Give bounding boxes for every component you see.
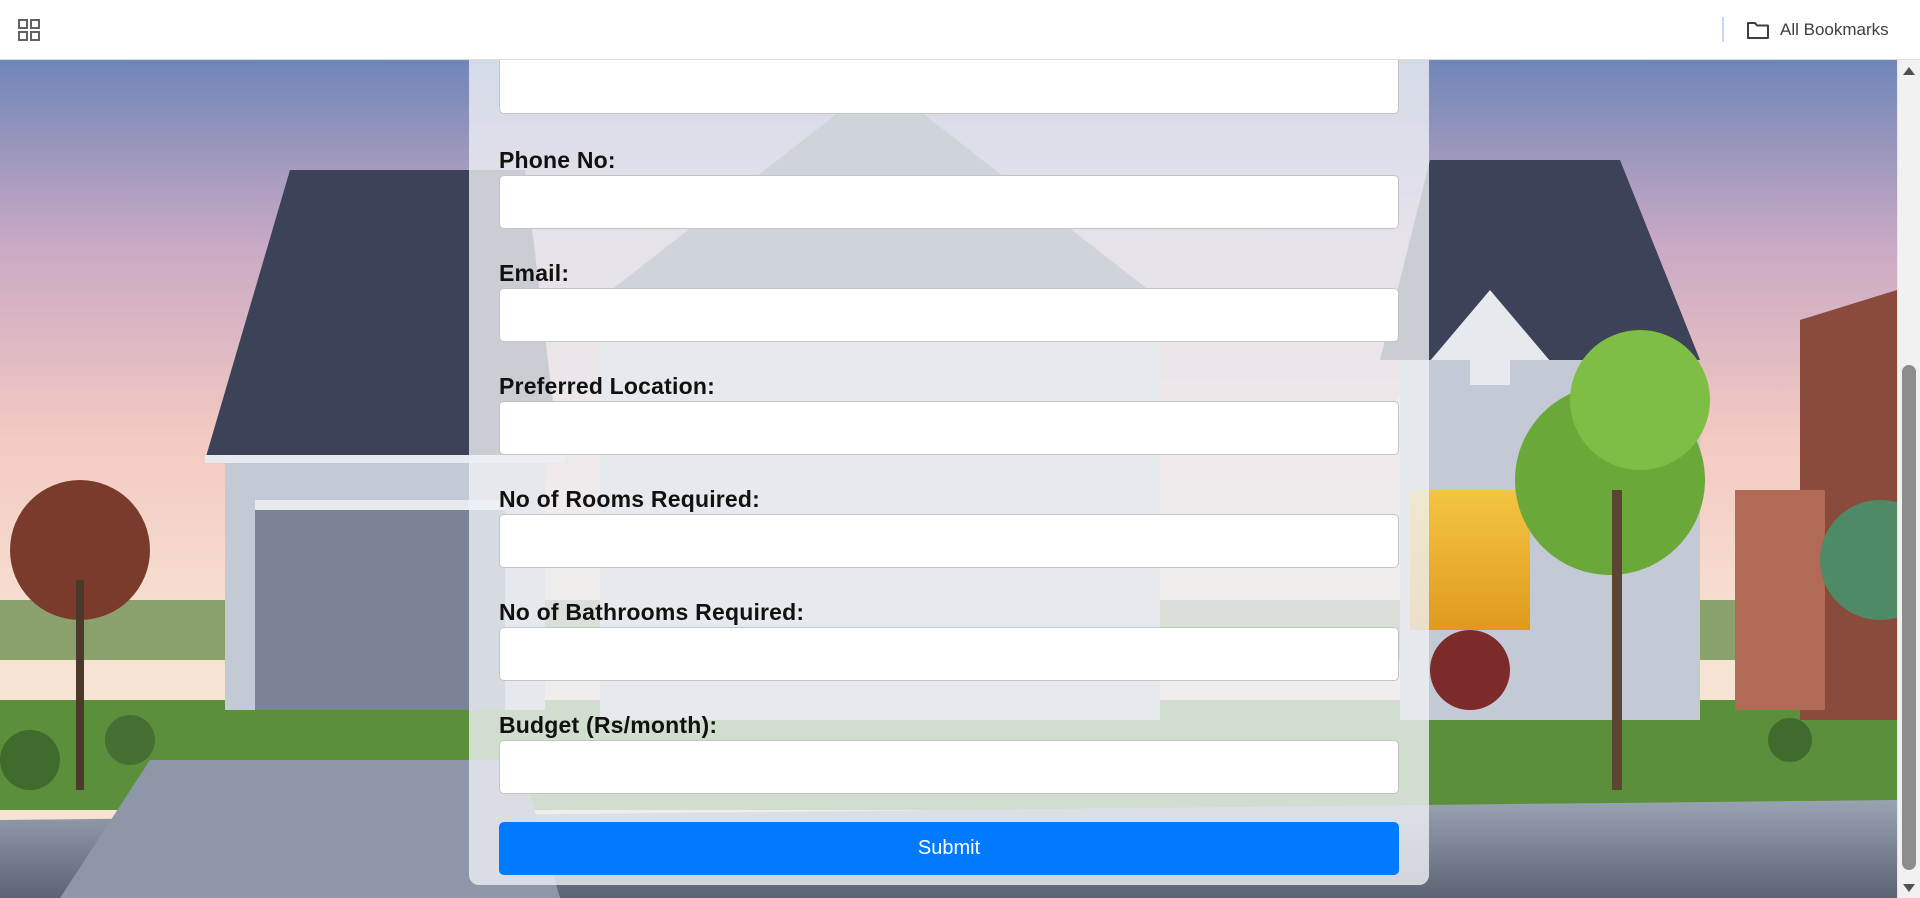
rental-form-panel: Phone No: Email: Preferred Location: No … <box>469 60 1429 885</box>
email-input[interactable] <box>499 288 1399 342</box>
bookmarks-bar: All Bookmarks <box>0 0 1920 60</box>
email-label: Email: <box>499 260 570 286</box>
scroll-down-arrow-icon[interactable] <box>1903 884 1915 892</box>
folder-icon <box>1747 22 1769 39</box>
budget-input[interactable] <box>499 740 1399 794</box>
preferred-location-label: Preferred Location: <box>499 373 715 399</box>
bathrooms-label: No of Bathrooms Required: <box>499 599 805 625</box>
phone-input[interactable] <box>499 175 1399 229</box>
submit-button[interactable]: Submit <box>499 822 1399 875</box>
previous-field-input[interactable] <box>499 60 1399 114</box>
apps-grid-icon[interactable] <box>18 19 40 41</box>
scrollbar-thumb[interactable] <box>1902 365 1916 870</box>
page-viewport: Phone No: Email: Preferred Location: No … <box>0 60 1897 898</box>
all-bookmarks-label: All Bookmarks <box>1780 20 1889 39</box>
rooms-label: No of Rooms Required: <box>499 486 761 512</box>
scroll-up-arrow-icon[interactable] <box>1903 67 1915 75</box>
phone-label: Phone No: <box>499 147 616 173</box>
bathrooms-input[interactable] <box>499 627 1399 681</box>
all-bookmarks-button[interactable]: All Bookmarks <box>1746 16 1889 44</box>
rooms-input[interactable] <box>499 514 1399 568</box>
budget-label: Budget (Rs/month): <box>499 712 718 738</box>
page-scrollbar[interactable] <box>1897 60 1920 898</box>
bookmarks-divider <box>1722 17 1724 42</box>
preferred-location-input[interactable] <box>499 401 1399 455</box>
